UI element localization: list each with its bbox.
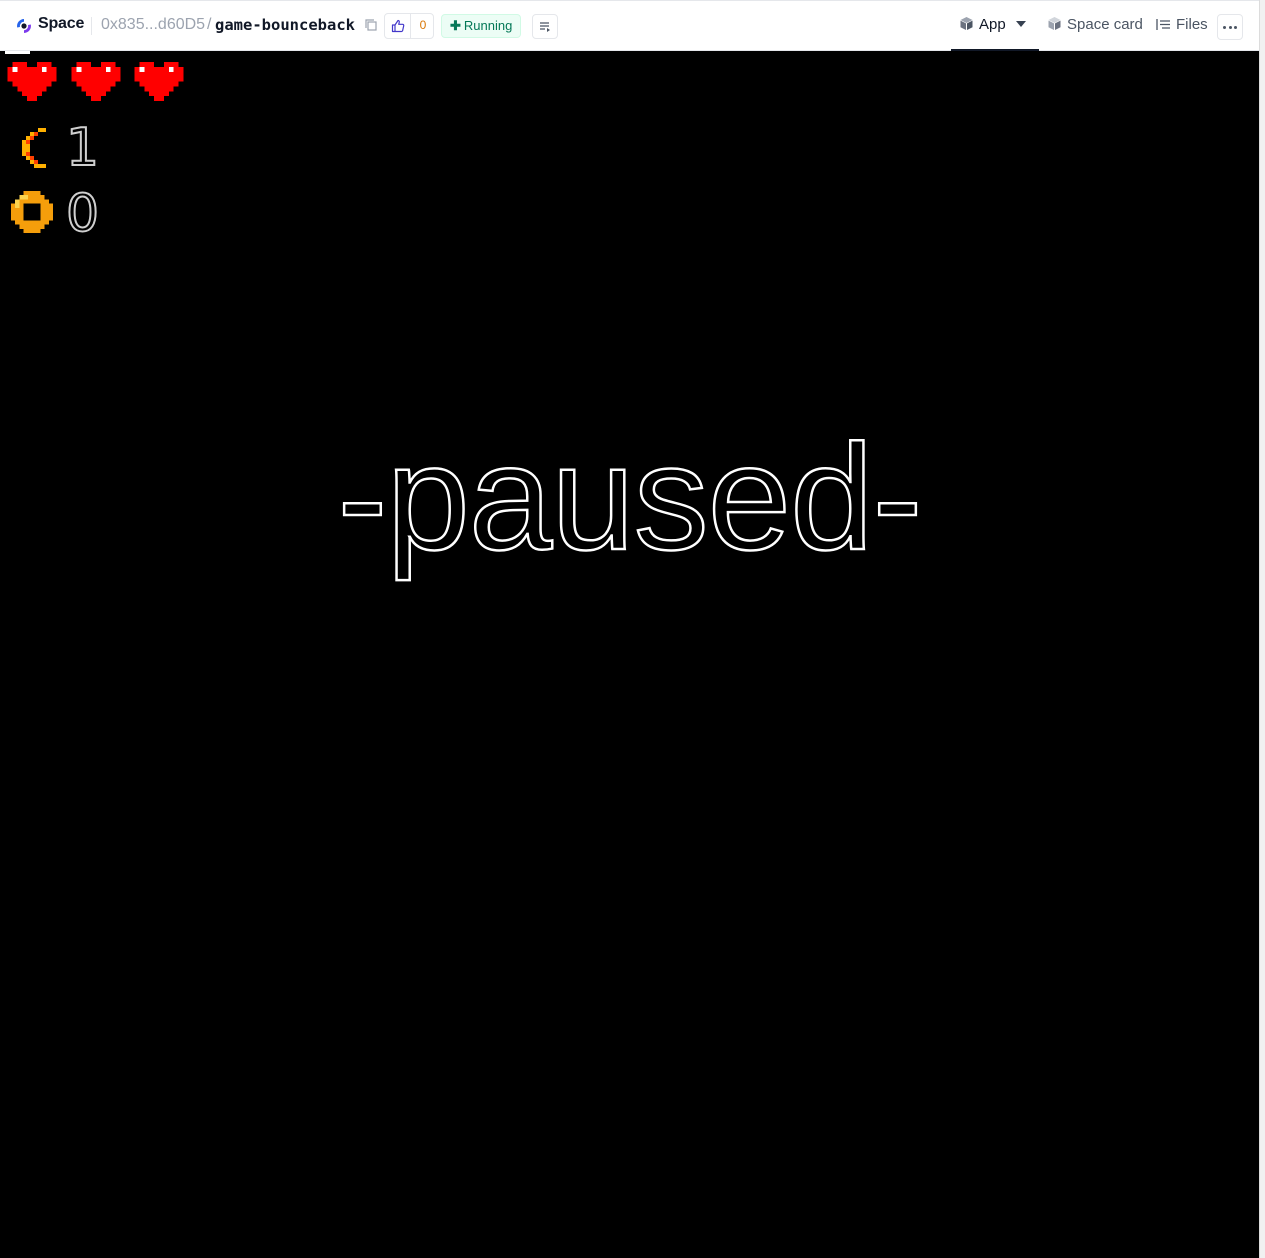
scrollbar[interactable] [1259, 0, 1265, 1258]
dot-icon [1228, 26, 1232, 29]
cube-icon [960, 17, 973, 30]
status-badge[interactable]: ✚ Running [441, 14, 522, 38]
paused-overlay-text: -paused- [336, 412, 924, 583]
tab-space-card-label: Space card [1067, 16, 1143, 33]
like-button[interactable] [385, 14, 411, 38]
boomerang-icon [22, 128, 46, 168]
brand-name[interactable]: Space [38, 15, 84, 33]
running-icon: ✚ [450, 18, 461, 33]
files-icon [1156, 19, 1170, 30]
dot-icon [1223, 26, 1226, 29]
like-group: 0 [384, 13, 434, 39]
tab-files[interactable]: Files [1156, 16, 1208, 33]
owner-link[interactable]: 0x835...d60D5 [101, 16, 205, 34]
heart-icon [71, 62, 121, 102]
path-separator: / [207, 16, 212, 33]
dot-icon [1234, 26, 1237, 29]
heart-icon [134, 62, 184, 102]
coin-count: 0 [65, 184, 100, 244]
like-count[interactable]: 0 [412, 18, 434, 32]
tab-space-card[interactable]: Space card [1047, 16, 1143, 33]
heart-icon [7, 62, 57, 102]
coin-icon [11, 191, 53, 233]
logs-button[interactable] [532, 14, 558, 39]
game-canvas[interactable] [0, 51, 1259, 1258]
tab-app[interactable]: App [959, 16, 1026, 33]
tab-files-label: Files [1176, 16, 1208, 33]
more-options-button[interactable] [1217, 14, 1243, 40]
space-logo-icon[interactable] [15, 17, 33, 35]
top-bar: Space 0x835...d60D5 / game-bounceback 0 … [0, 0, 1259, 52]
divider [91, 17, 92, 35]
boomerang-count: 1 [65, 118, 100, 178]
cube-icon [1048, 17, 1061, 30]
thumbs-up-icon [391, 19, 405, 33]
status-label: Running [463, 18, 513, 33]
repo-name-link[interactable]: game-bounceback [215, 16, 355, 34]
tab-app-label: App [979, 16, 1006, 33]
chevron-down-icon[interactable] [1015, 21, 1026, 27]
logs-icon [540, 22, 550, 32]
canvas-corner-marker [5, 51, 30, 54]
copy-icon[interactable] [364, 18, 378, 32]
